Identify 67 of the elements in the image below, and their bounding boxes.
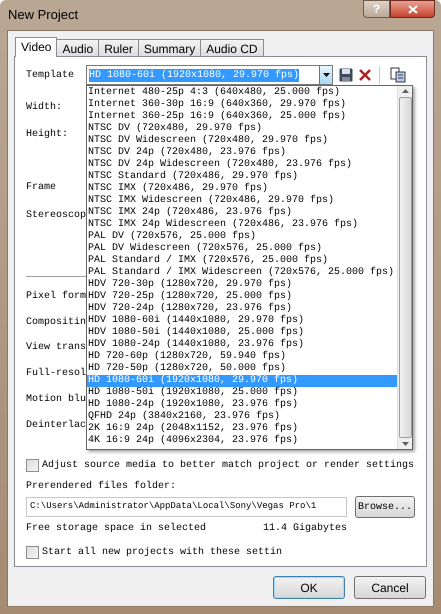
list-item[interactable]: 2K 16:9 24p (2048x1152, 23.976 fps)	[87, 423, 397, 435]
list-item[interactable]: HD 1080-24p (1920x1080, 23.976 fps)	[87, 399, 397, 411]
close-icon	[408, 4, 418, 14]
list-item[interactable]: PAL DV Widescreen (720x576, 25.000 fps)	[87, 243, 397, 255]
field-label: Pixel form	[26, 291, 86, 303]
storage-label: Free storage space in selected	[26, 522, 208, 536]
field-label: Full-resol	[26, 368, 86, 380]
list-item[interactable]: NTSC DV (720x480, 29.970 fps)	[87, 123, 397, 135]
list-item[interactable]: HDV 1080-60i (1440x1080, 29.970 fps)	[87, 315, 397, 327]
field-label: Frame	[26, 182, 56, 194]
cancel-button[interactable]: Cancel	[354, 576, 426, 599]
tab[interactable]: Audio CD	[200, 39, 264, 57]
list-item[interactable]: NTSC Standard (720x486, 29.970 fps)	[87, 171, 397, 183]
list-item[interactable]: NTSC IMX 24p (720x486, 23.976 fps)	[87, 207, 397, 219]
tab[interactable]: Ruler	[98, 39, 139, 57]
field-label: View trans	[26, 342, 86, 354]
field-label: Stereoscop	[26, 210, 86, 222]
field-label: Motion blu	[26, 394, 86, 406]
caret-icon[interactable]	[319, 66, 332, 84]
list-item[interactable]: HDV 1080-24p (1440x1080, 23.976 fps)	[87, 339, 397, 351]
list-item[interactable]: NTSC IMX Widescreen (720x486, 29.970 fps)	[87, 195, 397, 207]
list-item[interactable]: 4K 16:9 24p (4096x2304, 23.976 fps)	[87, 435, 397, 447]
delete-icon[interactable]	[359, 69, 371, 81]
list-item[interactable]: HDV 720-25p (1280x720, 25.000 fps)	[87, 291, 397, 303]
list-item[interactable]: PAL Standard / IMX Widescreen (720x576, 25.000 fps)	[87, 267, 397, 279]
checkbox-label: Start all new projects with these settin	[42, 546, 282, 560]
field-label: Compositin	[26, 317, 86, 329]
save-icon[interactable]	[339, 68, 353, 82]
scrollbar[interactable]	[397, 86, 412, 449]
list-item[interactable]: HD 1080-50i (1920x1080, 25.000 fps)	[87, 387, 397, 399]
checkbox[interactable]	[26, 459, 39, 472]
close-button[interactable]	[390, 0, 435, 18]
window-title: New Project	[8, 6, 78, 24]
list-item[interactable]: Internet 360-30p 16:9 (640x360, 29.970 fps)	[87, 99, 397, 111]
list-item[interactable]: PAL Standard / IMX (720x576, 25.000 fps)	[87, 255, 397, 267]
field-label: Deinterlac	[26, 420, 86, 432]
list-item[interactable]: NTSC IMX 24p Widescreen (720x486, 23.976 fps)	[87, 219, 397, 231]
ok-button[interactable]: OK	[273, 576, 345, 599]
list-item[interactable]: Internet 480-25p 4:3 (640x480, 25.000 fps)	[87, 87, 397, 99]
checkbox-label: Adjust source media to better match project or render settings	[42, 458, 414, 473]
list-item[interactable]: PAL DV (720x576, 25.000 fps)	[87, 231, 397, 243]
dropdown-value: HD 1080-60i (1920x1080, 29.970 fps)	[89, 68, 300, 82]
tab[interactable]: Summary	[138, 39, 202, 57]
list-item[interactable]: NTSC IMX (720x486, 29.970 fps)	[87, 183, 397, 195]
copy-icon[interactable]	[390, 67, 406, 83]
list-item[interactable]: QFHD 24p (3840x2160, 23.976 fps)	[87, 411, 397, 423]
scroll-up-icon[interactable]	[402, 89, 408, 93]
scroll-down-icon[interactable]	[402, 442, 408, 446]
folder-label: Prerendered files folder:	[26, 480, 178, 494]
list-item[interactable]: HDV 720-24p (1280x720, 23.976 fps)	[87, 303, 397, 315]
path-field[interactable]: C:\Users\Administrator\AppData\Local\Sony\Vegas Pro\1	[26, 497, 347, 517]
field-label: Template	[26, 68, 76, 82]
storage-value: 11.4 Gigabytes	[263, 522, 348, 536]
field-label: Width:	[26, 102, 62, 114]
list-item[interactable]: NTSC DV 24p Widescreen (720x480, 23.976 fps)	[87, 159, 397, 171]
list-item[interactable]: NTSC DV Widescreen (720x480, 29.970 fps)	[87, 135, 397, 147]
tab[interactable]: Audio	[56, 39, 100, 57]
list-item[interactable]: HDV 720-30p (1280x720, 29.970 fps)	[87, 279, 397, 291]
checkbox[interactable]	[26, 546, 39, 559]
browse-button[interactable]: Browse...	[354, 496, 415, 518]
list-item[interactable]: HD 720-50p (1280x720, 50.000 fps)	[87, 363, 397, 375]
list-item[interactable]: HD 720-60p (1280x720, 59.940 fps)	[87, 351, 397, 363]
tab[interactable]: Video	[15, 37, 58, 57]
list-item[interactable]: NTSC DV 24p (720x480, 23.976 fps)	[87, 147, 397, 159]
list-item[interactable]: Internet 360-25p 16:9 (640x360, 25.000 fps)	[87, 111, 397, 123]
list-item[interactable]: HDV 1080-50i (1440x1080, 25.000 fps)	[87, 327, 397, 339]
field-label: Height:	[26, 129, 68, 141]
